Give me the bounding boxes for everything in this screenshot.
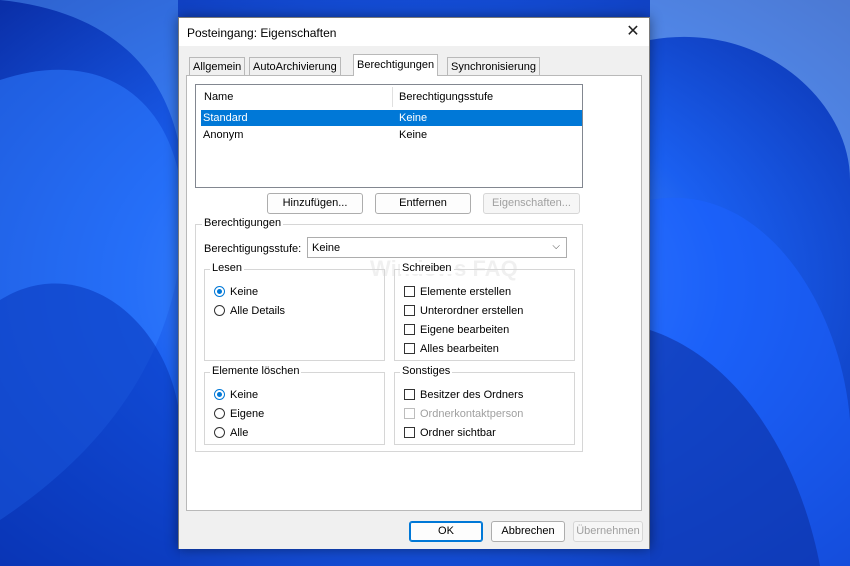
radio-label: Alle	[230, 427, 249, 439]
permissions-group-label: Berechtigungen	[202, 217, 284, 229]
checkbox-label: Eigene bearbeiten	[420, 324, 510, 336]
checkbox-label: Elemente erstellen	[420, 286, 512, 298]
checkbox-icon	[404, 286, 415, 297]
list-row-standard[interactable]: Standard Keine	[201, 110, 582, 126]
write-group: Schreiben Elemente erstellen Unterordner…	[394, 262, 575, 361]
delete-group: Elemente löschen Keine Eigene Alle	[204, 365, 385, 445]
radio-selected-icon	[214, 286, 225, 297]
read-group: Lesen Keine Alle Details	[204, 262, 385, 361]
checkbox-icon	[404, 343, 415, 354]
radio-icon	[214, 408, 225, 419]
dialog-titlebar: Posteingang: Eigenschaften ✕	[179, 18, 649, 46]
checkbox-label: Unterordner erstellen	[420, 305, 524, 317]
column-header-name[interactable]: Name	[204, 91, 233, 103]
dialog-footer: OK Abbrechen Übernehmen	[179, 513, 649, 549]
delete-group-label: Elemente löschen	[210, 365, 302, 377]
write-group-label: Schreiben	[400, 262, 454, 274]
permission-level-dropdown[interactable]: Keine ⌵	[307, 237, 567, 258]
radio-label: Eigene	[230, 408, 265, 420]
permission-list[interactable]: Name Berechtigungsstufe Standard Keine A…	[195, 84, 583, 188]
remove-button[interactable]: Entfernen	[375, 193, 471, 214]
permission-level-label: Berechtigungsstufe:	[204, 243, 302, 255]
radio-label: Keine	[230, 389, 259, 401]
row-level: Keine	[399, 112, 428, 124]
properties-button[interactable]: Eigenschaften...	[483, 193, 580, 214]
permission-level-value: Keine	[312, 242, 341, 254]
list-row-anonym[interactable]: Anonym Keine	[201, 127, 582, 143]
ok-button[interactable]: OK	[409, 521, 483, 542]
checkbox-label: Ordner sichtbar	[420, 427, 496, 439]
checkbox-label: Ordnerkontaktperson	[420, 408, 524, 420]
dialog-title: Posteingang: Eigenschaften	[187, 26, 337, 40]
other-group: Sonstiges Besitzer des Ordners Ordnerkon…	[394, 365, 575, 445]
tab-allgemein[interactable]: Allgemein	[189, 57, 246, 76]
tab-panel-berechtigungen: Name Berechtigungsstufe Standard Keine A…	[186, 75, 642, 511]
read-group-label: Lesen	[210, 262, 244, 274]
checkbox-icon	[404, 305, 415, 316]
cancel-button[interactable]: Abbrechen	[491, 521, 565, 542]
checkbox-label: Besitzer des Ordners	[420, 389, 524, 401]
properties-dialog: Posteingang: Eigenschaften ✕ Allgemein A…	[178, 17, 650, 549]
checkbox-icon	[404, 389, 415, 400]
tab-autoarchivierung[interactable]: AutoArchivierung	[249, 57, 341, 76]
radio-selected-icon	[214, 389, 225, 400]
row-name: Anonym	[203, 129, 244, 141]
chevron-down-icon: ⌵	[552, 241, 560, 252]
close-icon[interactable]: ✕	[623, 22, 643, 42]
column-header-level[interactable]: Berechtigungsstufe	[399, 91, 493, 103]
checkbox-icon	[404, 427, 415, 438]
other-group-label: Sonstiges	[400, 365, 453, 377]
row-name: Standard	[203, 112, 248, 124]
apply-button[interactable]: Übernehmen	[573, 521, 643, 542]
checkbox-icon	[404, 408, 415, 419]
checkbox-label: Alles bearbeiten	[420, 343, 499, 355]
tab-synchronisierung[interactable]: Synchronisierung	[447, 57, 540, 76]
radio-icon	[214, 427, 225, 438]
radio-icon	[214, 305, 225, 316]
radio-label: Alle Details	[230, 305, 286, 317]
column-divider	[392, 87, 393, 107]
tab-berechtigungen[interactable]: Berechtigungen	[353, 54, 439, 76]
row-level: Keine	[399, 129, 428, 141]
checkbox-icon	[404, 324, 415, 335]
radio-label: Keine	[230, 286, 259, 298]
add-button[interactable]: Hinzufügen...	[267, 193, 363, 214]
